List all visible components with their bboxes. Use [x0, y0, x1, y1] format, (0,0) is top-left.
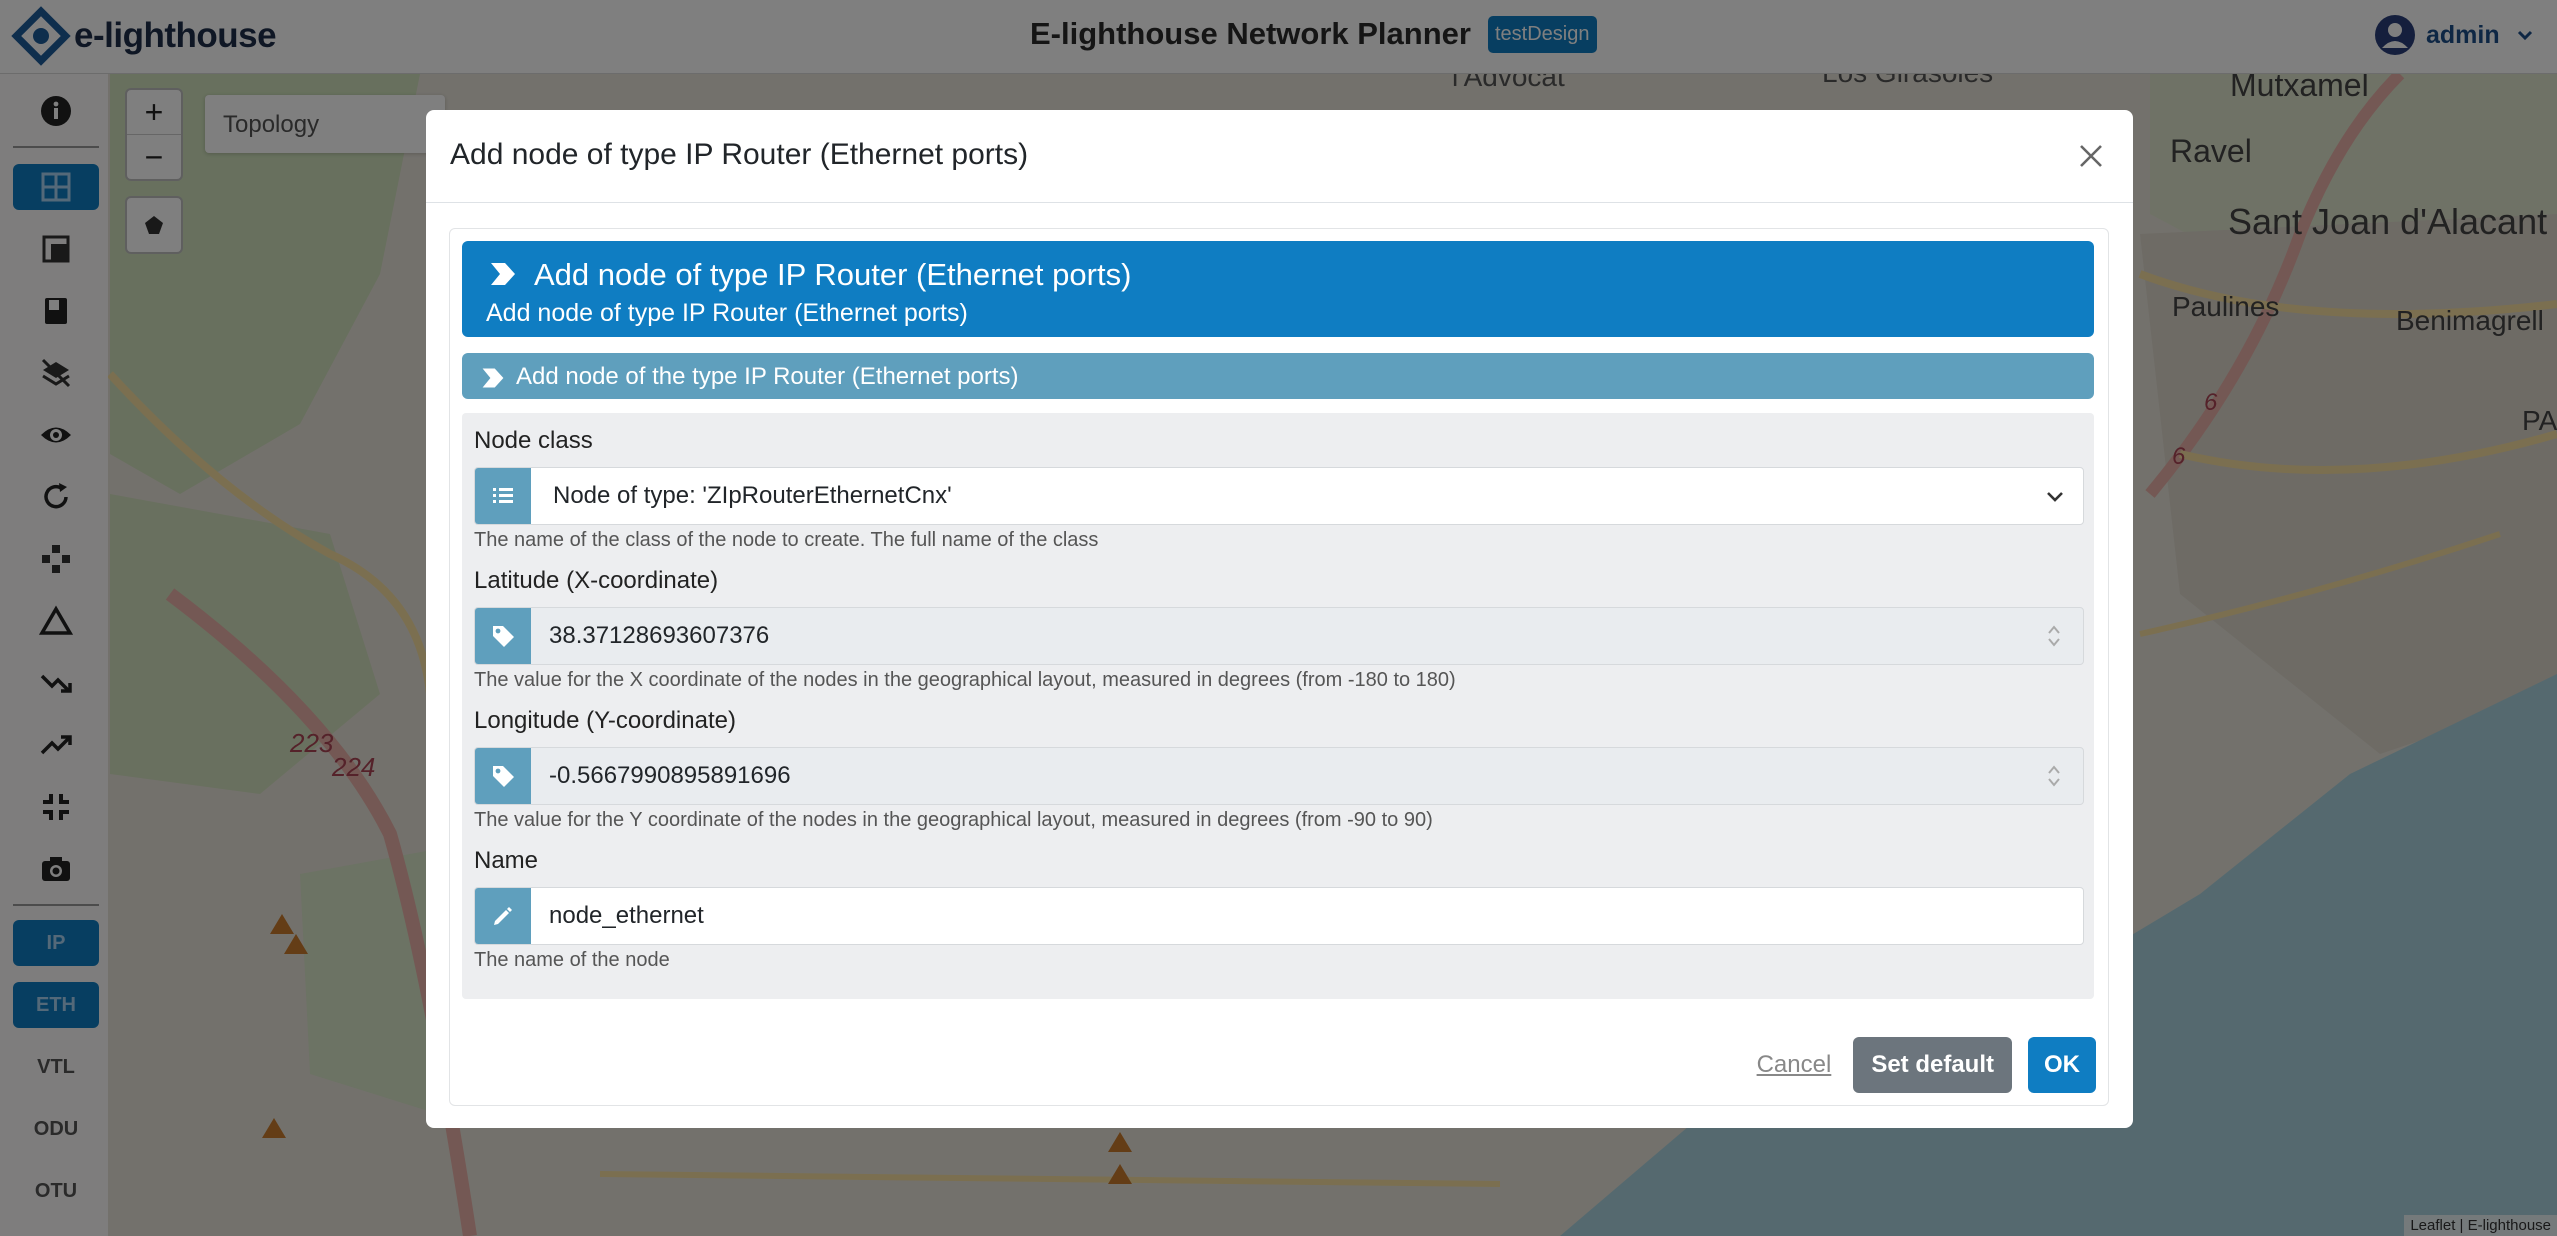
pencil-icon	[494, 907, 512, 925]
action-banner-title: Add node of type IP Router (Ethernet por…	[534, 257, 1132, 292]
latitude-addon	[475, 608, 531, 664]
close-button[interactable]	[2071, 136, 2111, 176]
longitude-field[interactable]: -0.5667990895891696	[474, 747, 2084, 805]
name-value: node_ethernet	[549, 902, 704, 929]
add-node-dialog: Add node of type IP Router (Ethernet por…	[426, 110, 2133, 1128]
dialog-footer: Cancel Set default OK	[1755, 1037, 2096, 1093]
tag-icon	[493, 626, 514, 647]
dialog-header: Add node of type IP Router (Ethernet por…	[426, 110, 2133, 203]
name-input[interactable]: node_ethernet	[474, 887, 2084, 945]
longitude-addon	[475, 748, 531, 804]
chevron-down-icon	[2047, 492, 2063, 502]
latitude-value: 38.37128693607376	[549, 622, 770, 649]
name-addon	[475, 888, 531, 944]
spinner-icon[interactable]	[2047, 622, 2061, 650]
cancel-button[interactable]: Cancel	[1755, 1051, 1834, 1079]
set-default-button[interactable]: Set default	[1853, 1037, 2012, 1093]
longitude-help: The value for the Y coordinate of the no…	[474, 809, 1433, 831]
tag-icon	[493, 766, 514, 787]
node-class-label: Node class	[474, 427, 593, 454]
node-class-value: Node of type: 'ZIpRouterEthernetCnx'	[553, 482, 952, 509]
node-class-help: The name of the class of the node to cre…	[474, 529, 1099, 551]
section-title: Add node of the type IP Router (Ethernet…	[516, 363, 1019, 390]
close-icon	[2080, 145, 2102, 167]
name-help: The name of the node	[474, 949, 670, 971]
dialog-title: Add node of type IP Router (Ethernet por…	[450, 138, 1029, 171]
spinner-icon[interactable]	[2047, 762, 2061, 790]
ok-button[interactable]: OK	[2028, 1037, 2096, 1093]
name-label: Name	[474, 847, 539, 874]
dialog-body: Add node of type IP Router (Ethernet por…	[449, 228, 2109, 1106]
latitude-help: The value for the X coordinate of the no…	[474, 669, 1456, 691]
section-header[interactable]: Add node of the type IP Router (Ethernet…	[462, 353, 2094, 399]
chevron-right-icon	[491, 263, 515, 285]
action-banner-subtitle: Add node of type IP Router (Ethernet por…	[486, 299, 968, 327]
list-icon	[493, 488, 513, 503]
latitude-label: Latitude (X-coordinate)	[474, 567, 719, 594]
chevron-right-icon	[482, 368, 504, 388]
node-class-select[interactable]: Node of type: 'ZIpRouterEthernetCnx'	[474, 467, 2084, 525]
longitude-label: Longitude (Y-coordinate)	[474, 707, 736, 734]
action-banner: Add node of type IP Router (Ethernet por…	[462, 241, 2094, 337]
node-class-addon	[475, 468, 531, 524]
node-form: Node class Node of type: 'ZIpRouterEther…	[462, 413, 2094, 999]
latitude-field[interactable]: 38.37128693607376	[474, 607, 2084, 665]
longitude-value: -0.5667990895891696	[549, 762, 791, 789]
